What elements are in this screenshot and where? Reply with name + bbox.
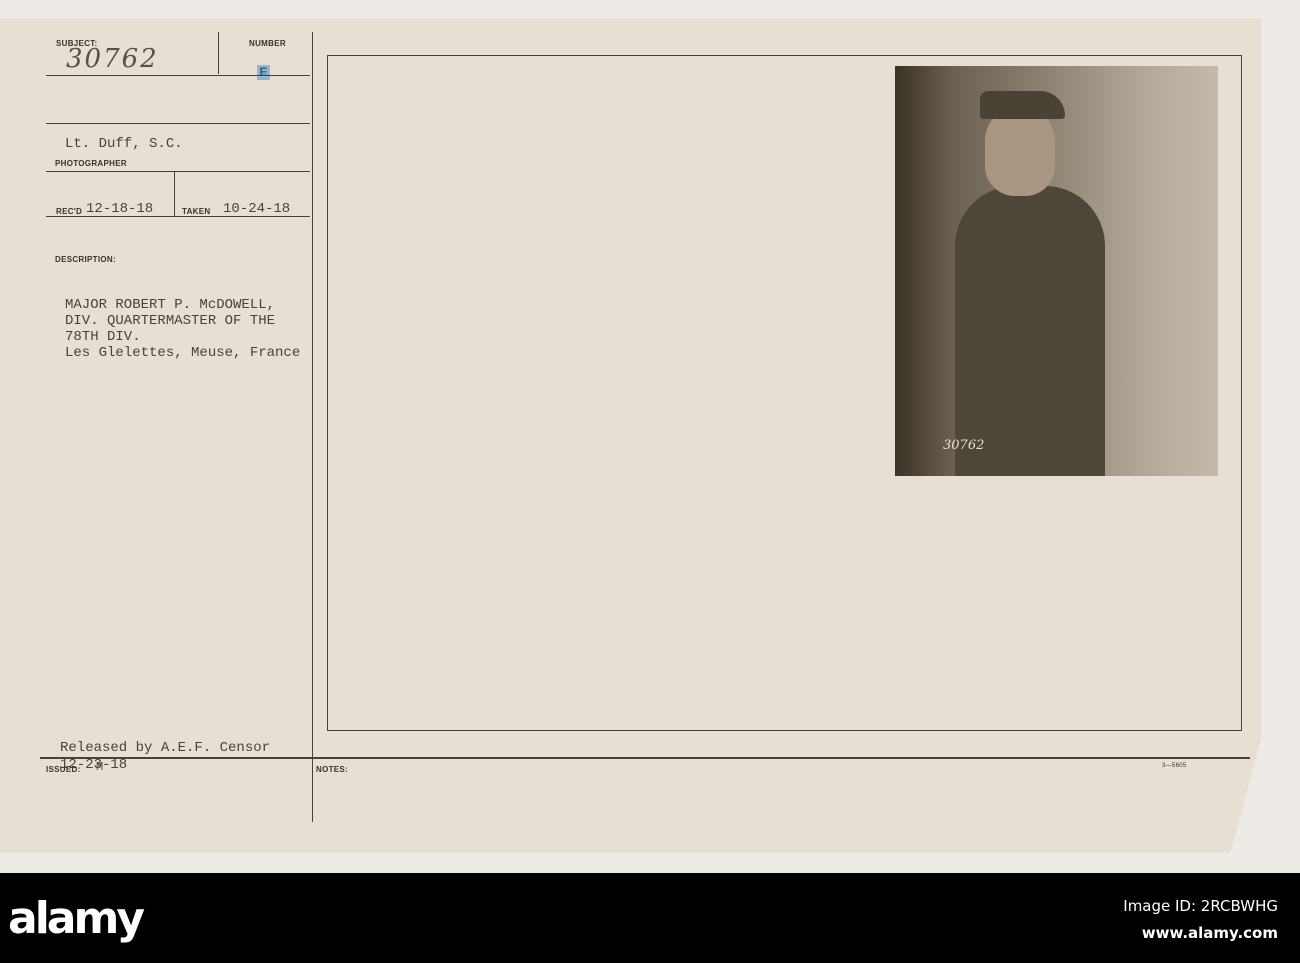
recd-label: REC'D (56, 207, 83, 216)
taken-label: TAKEN (182, 207, 211, 216)
number-stamp: E (257, 65, 270, 80)
description-line: Les Glelettes, Meuse, France (65, 345, 301, 361)
photographer-value: Lt. Duff, S.C. (65, 136, 183, 152)
photographer-label: PHOTOGRAPHER (55, 159, 127, 168)
alamy-logo: alamy (8, 893, 145, 944)
image-id: Image ID: 2RCBWHG (1123, 897, 1278, 915)
form-code: 3—5605 (1162, 763, 1187, 769)
description-label: DESCRIPTION: (55, 255, 116, 264)
subject-value: 30762 (66, 44, 159, 74)
released-line: Released by A.E.F. Censor (60, 740, 271, 756)
notes-label: NOTES: (316, 765, 349, 774)
site-url[interactable]: www.alamy.com (1142, 924, 1278, 942)
photo-number: 30762 (943, 438, 985, 453)
issued-value: M (96, 760, 104, 774)
portrait-photo: 30762 (895, 66, 1218, 476)
number-label: NUMBER (249, 39, 286, 48)
issued-label: ISSUED: (46, 765, 81, 774)
watermark-footer (0, 873, 1300, 963)
